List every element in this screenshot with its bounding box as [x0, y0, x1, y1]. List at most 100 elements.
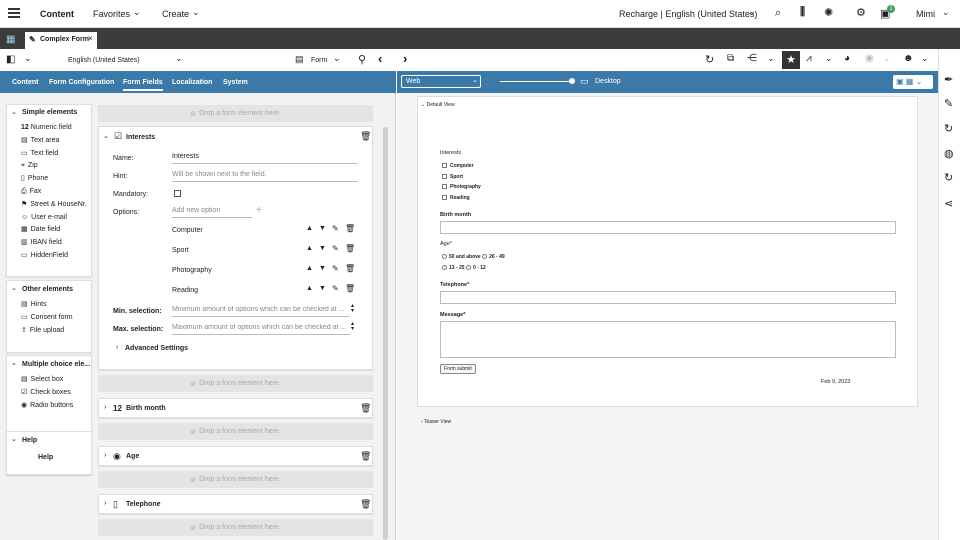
teaser-view-toggle[interactable]: › Teaser View: [421, 419, 451, 425]
trash-icon[interactable]: 🗑: [360, 499, 371, 510]
chevron-down-icon[interactable]: ⌄: [333, 53, 341, 64]
share-icon[interactable]: ⋖: [944, 197, 953, 210]
palette-item-text-area[interactable]: ▤ Text area: [21, 135, 87, 148]
hamburger-menu-icon[interactable]: [8, 8, 20, 18]
slider-handle[interactable]: [569, 78, 575, 84]
content-menu[interactable]: Content: [40, 9, 74, 19]
move-down-icon[interactable]: ▼: [319, 285, 326, 292]
reload-icon[interactable]: ↻: [705, 53, 714, 66]
stepper-icon[interactable]: ▴ ▾: [351, 303, 354, 314]
user-menu[interactable]: Mimi: [916, 9, 935, 19]
name-input[interactable]: Interests: [172, 153, 358, 164]
star-icon[interactable]: ★: [782, 51, 800, 69]
chevron-down-icon[interactable]: ⌄: [767, 53, 775, 64]
trash-icon[interactable]: 🗑: [345, 224, 355, 233]
plus-icon[interactable]: +: [256, 205, 262, 216]
trash-icon[interactable]: 🗑: [360, 131, 371, 142]
sun-icon[interactable]: ✺: [824, 6, 833, 19]
default-view-toggle[interactable]: ⌄ Default View: [421, 102, 455, 108]
preview-option[interactable]: Computer: [442, 161, 481, 172]
pie-chart-icon[interactable]: ◕: [844, 53, 850, 64]
refresh-globe-icon[interactable]: ↻: [944, 122, 953, 135]
chevron-down-icon[interactable]: ⌄: [11, 359, 17, 367]
max-selection-input[interactable]: Maximum amount of options which can be c…: [172, 324, 350, 335]
chevron-down-icon[interactable]: ⌄: [748, 7, 756, 18]
hint-input[interactable]: Will be shown next to the field.: [172, 171, 358, 182]
chevron-down-icon[interactable]: ⌄: [11, 108, 17, 116]
trash-icon[interactable]: 🗑: [345, 244, 355, 253]
palette-item-zip[interactable]: ⌖ Zip: [21, 160, 87, 173]
pen-tool-icon[interactable]: ✒: [944, 73, 953, 86]
edit-icon[interactable]: ✎: [332, 244, 339, 253]
palette-item-text-field[interactable]: ▭ Text field: [21, 148, 87, 161]
advanced-settings-toggle[interactable]: Advanced Settings: [125, 345, 188, 352]
preview-birth-month-input[interactable]: [440, 221, 896, 234]
chart-icon[interactable]: ⩘: [806, 53, 812, 64]
view-selector[interactable]: Form: [311, 57, 327, 64]
trash-icon[interactable]: 🗑: [360, 451, 371, 462]
locale-selector[interactable]: English (United States): [68, 57, 140, 64]
preview-option[interactable]: Reading: [442, 193, 481, 204]
channel-select[interactable]: Web ⌄: [401, 75, 481, 88]
chevron-down-icon[interactable]: ⌄: [11, 284, 17, 292]
mandatory-checkbox[interactable]: [174, 190, 181, 197]
chevron-right-icon[interactable]: ›: [104, 404, 106, 411]
birth-month-field-card[interactable]: › 12 Birth month 🗑: [98, 398, 373, 418]
chevron-right-icon[interactable]: ›: [116, 344, 118, 351]
chevron-down-icon[interactable]: ⌄: [825, 53, 833, 64]
move-up-icon[interactable]: ▲: [306, 265, 313, 272]
preview-radio[interactable]: 50 and above: [442, 254, 481, 260]
palette-item-numeric-field[interactable]: 12 Numeric field: [21, 122, 87, 135]
globe-icon[interactable]: ◍: [944, 147, 954, 160]
refresh-settings-icon[interactable]: ↻: [944, 171, 953, 184]
chevron-down-icon[interactable]: ⌄: [192, 7, 200, 18]
edit-icon[interactable]: ✎: [332, 224, 339, 233]
tab-form-configuration[interactable]: Form Configuration: [49, 79, 114, 86]
share-nodes-icon[interactable]: ⋲: [747, 53, 757, 64]
chevron-down-icon[interactable]: ⌄: [133, 7, 141, 18]
chevron-down-icon[interactable]: ⌄: [24, 53, 32, 64]
palette-item-iban-field[interactable]: ▥ IBAN field: [21, 237, 87, 250]
palette-item-check-boxes[interactable]: ☑ Check boxes: [21, 387, 73, 400]
move-up-icon[interactable]: ▲: [306, 285, 313, 292]
tab-complex-form[interactable]: ✎ Complex Form ×: [25, 32, 97, 49]
move-down-icon[interactable]: ▼: [319, 225, 326, 232]
chevron-right-icon[interactable]: ›: [104, 452, 106, 459]
zoom-slider[interactable]: [500, 81, 572, 82]
add-option-input[interactable]: Add new option: [172, 207, 252, 218]
trash-icon[interactable]: 🗑: [345, 284, 355, 293]
min-selection-input[interactable]: Minimum amount of options which can be c…: [172, 306, 350, 317]
edit-icon[interactable]: ✎: [332, 264, 339, 273]
collapse-left-icon[interactable]: ‹: [378, 51, 382, 66]
trash-icon[interactable]: 🗑: [360, 403, 371, 414]
form-view-icon[interactable]: ▤: [295, 54, 304, 65]
gears-icon[interactable]: ⚙: [856, 6, 866, 19]
drop-zone[interactable]: ⊘ Drop a form element here.: [98, 471, 373, 488]
view-toggle[interactable]: ▣ ▦ ⌄: [893, 75, 933, 89]
palette-item-user-email[interactable]: ☺ User e-mail: [21, 212, 87, 225]
pen-remove-icon[interactable]: ✎: [944, 97, 953, 110]
tab-content[interactable]: Content: [12, 79, 38, 86]
drop-zone[interactable]: ⊘ Drop a form element here.: [98, 519, 373, 536]
user-settings-icon[interactable]: ☻: [903, 53, 914, 64]
preview-option[interactable]: Sport: [442, 172, 481, 183]
chevron-down-icon[interactable]: ⌄: [175, 53, 183, 64]
chevron-down-icon[interactable]: ⌄: [11, 435, 17, 443]
expand-right-icon[interactable]: ›: [403, 51, 407, 66]
palette-item-hints[interactable]: ▤ Hints: [21, 299, 73, 312]
move-up-icon[interactable]: ▲: [306, 225, 313, 232]
palette-item-file-upload[interactable]: ⇪ File upload: [21, 325, 73, 338]
drop-zone[interactable]: ⊘ Drop a form element here.: [98, 423, 373, 440]
close-icon[interactable]: ×: [88, 34, 93, 43]
trash-icon[interactable]: 🗑: [345, 264, 355, 273]
dashboard-icon[interactable]: ▦: [6, 34, 15, 45]
move-down-icon[interactable]: ▼: [319, 265, 326, 272]
chevron-right-icon[interactable]: ›: [104, 500, 106, 507]
library-icon[interactable]: ⫼: [800, 6, 805, 19]
palette-item-hidden-field[interactable]: ▭ HiddenField: [21, 250, 87, 263]
layout-icon[interactable]: ◧: [6, 54, 15, 65]
palette-item-select-box[interactable]: ▤ Select box: [21, 374, 73, 387]
preview-radio[interactable]: 26 - 49: [482, 254, 505, 260]
preview-telephone-input[interactable]: [440, 291, 896, 304]
palette-item-street[interactable]: ⚑ Street & HouseNr.: [21, 199, 87, 212]
